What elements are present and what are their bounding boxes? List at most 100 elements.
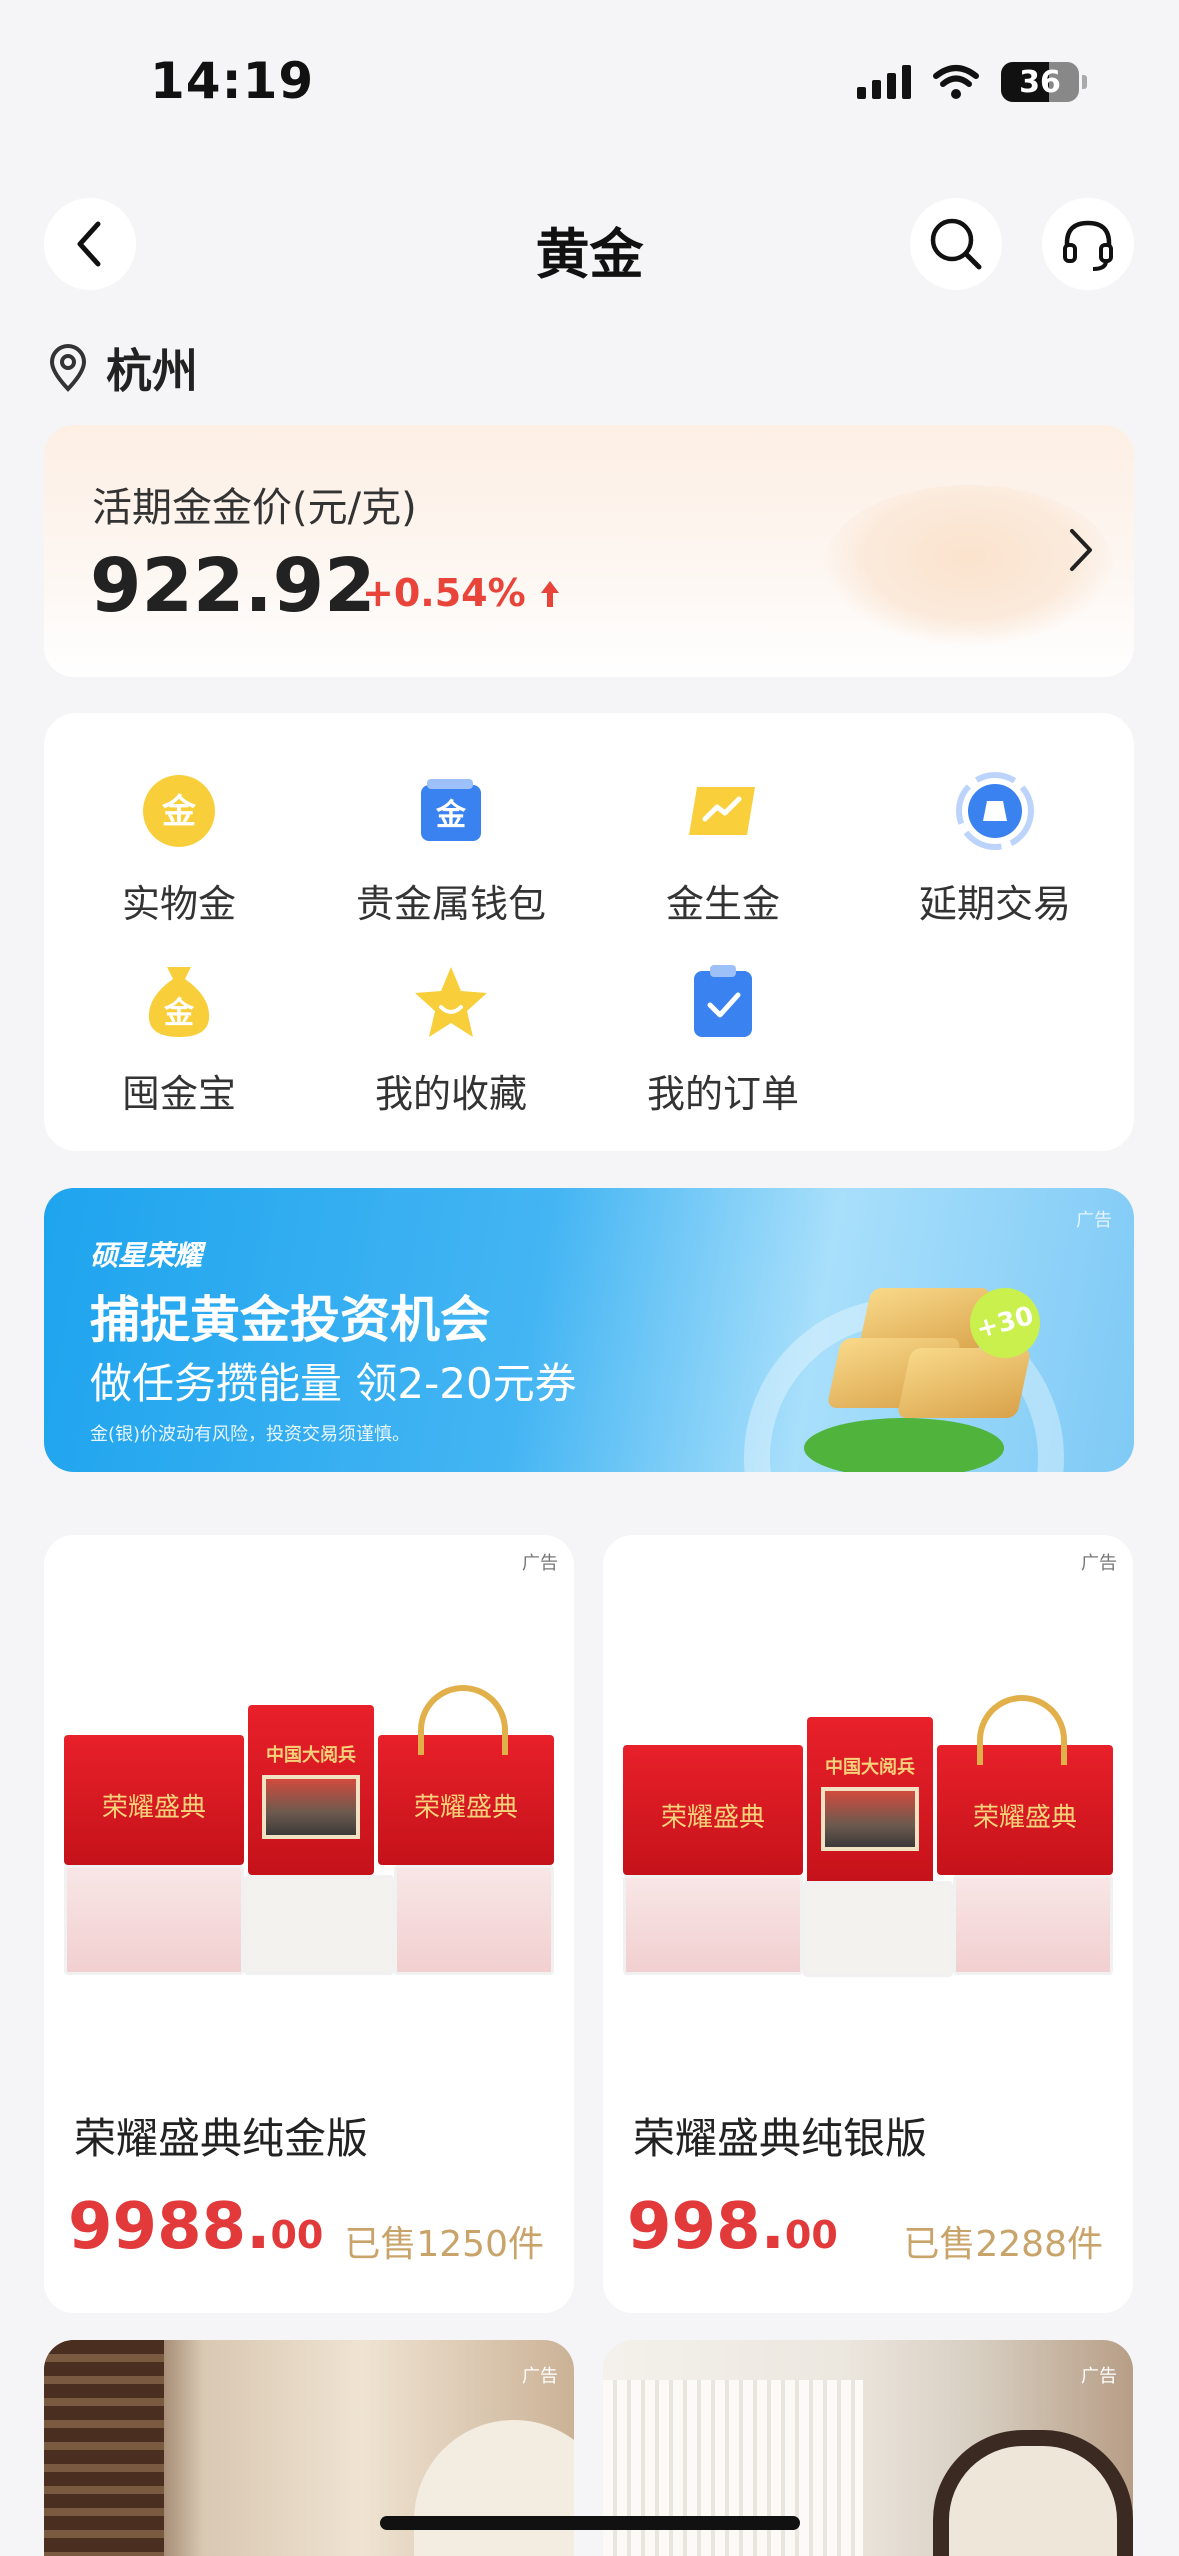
gold-coin-glyph: 金 [161,792,197,832]
commemorative-set [394,1865,554,1975]
order-icon [683,961,763,1041]
banner-brand: 硕星荣耀 [90,1239,203,1272]
wooden-screen-image [44,2340,164,2556]
arch-image [414,2420,574,2556]
function-label: 延期交易 [918,882,1071,926]
product-price: 998.00 [627,2190,838,2264]
gold-bar-decoration [896,1348,1032,1418]
gift-box-title: 中国大阅兵 [266,1745,356,1766]
trend-icon [683,771,763,851]
gift-box-text: 荣耀盛典 [660,1803,765,1833]
home-indicator[interactable] [380,2516,800,2530]
wifi-icon [933,65,979,99]
ad-label: 广告 [522,2366,558,2387]
price-change-value: +0.54% [362,571,526,615]
function-label: 金生金 [665,882,780,926]
function-label: 囤金宝 [121,1072,236,1116]
search-button[interactable] [910,198,1002,290]
banner-disclaimer: 金(银)价波动有风险，投资交易须谨慎。 [90,1424,411,1445]
function-label: 我的收藏 [374,1072,527,1116]
nav-bar: 黄金 [0,190,1179,300]
chevron-right-icon [1070,529,1092,571]
price-label: 活期金金价(元/克) [92,485,417,531]
wallet-icon: 金 [411,771,491,851]
banner-subtitle: 做任务攒能量 领2-20元券 [90,1359,577,1408]
gift-box-text: 荣耀盛典 [972,1803,1077,1833]
price-change: +0.54% [362,571,561,615]
money-bag-glyph: 金 [163,996,195,1031]
product-name: 荣耀盛典纯金版 [74,2114,369,2163]
status-bar: 14:19 36 [0,0,1179,150]
gift-box: 荣耀盛典 [378,1685,554,1865]
arch-mirror-image [933,2430,1133,2556]
gift-box: 荣耀盛典 [64,1735,244,1865]
function-item-gold-gen-gold[interactable]: 金生金 [588,771,858,928]
stamp-set [803,1881,953,1977]
ad-label: 广告 [522,1553,558,1574]
search-icon [930,218,982,270]
product-name: 荣耀盛典纯银版 [633,2114,928,2163]
parade-photo [262,1775,360,1839]
sold-count: 已售1250件 [344,2224,544,2265]
gold-price-card[interactable]: 活期金金价(元/克) 922.92 +0.54% [44,425,1134,677]
product-image: 荣耀盛典 中国大阅兵 荣耀盛典 [603,1625,1133,2025]
headset-icon [1063,220,1113,271]
gold-coin-icon: 金 [139,771,219,851]
ad-label: 广告 [1081,2366,1117,2387]
leaf-decoration [804,1418,1004,1472]
function-item-hoard-gold[interactable]: 金 囤金宝 [44,961,314,1118]
function-item-precious-wallet[interactable]: 金 贵金属钱包 [316,771,586,928]
gift-box: 中国大阅兵 [807,1717,933,1887]
sold-count: 已售2288件 [903,2224,1103,2265]
parade-photo [821,1787,919,1851]
banner-title: 捕捉黄金投资机会 [90,1291,490,1349]
price-value: 922.92 [90,543,376,629]
commemorative-set [623,1875,803,1975]
signal-icon [857,65,911,99]
gift-box: 中国大阅兵 [248,1705,374,1875]
product-card[interactable]: 广告 荣耀盛典 中国大阅兵 荣耀盛典 荣耀盛典纯银版 998.00 已售2288… [603,1535,1133,2313]
gift-box-text: 荣耀盛典 [413,1793,518,1823]
function-item-my-favorites[interactable]: 我的收藏 [316,961,586,1118]
price-integer: 9988. [68,2190,271,2264]
price-integer: 998. [627,2190,785,2264]
gift-box: 荣耀盛典 [937,1695,1113,1875]
ad-label: 广告 [1081,1553,1117,1574]
price-decimal: 00 [784,2213,838,2257]
deferred-trade-icon [955,771,1035,851]
function-label: 我的订单 [646,1072,799,1116]
function-item-physical-gold[interactable]: 金 实物金 [44,771,314,928]
ad-label: 广告 [1076,1210,1112,1231]
star-icon [411,961,491,1041]
page-title: 黄金 [535,223,644,286]
bag-handle [977,1695,1067,1765]
function-item-my-orders[interactable]: 我的订单 [588,961,858,1118]
gift-box-title: 中国大阅兵 [825,1757,915,1778]
battery-level: 36 [1019,64,1061,100]
product-price: 9988.00 [68,2190,323,2264]
promo-banner[interactable]: +30 硕星荣耀 捕捉黄金投资机会 做任务攒能量 领2-20元券 金(银)价波动… [44,1188,1134,1472]
price-decimal: 00 [270,2213,324,2257]
bag-handle [418,1685,508,1755]
location-pin-icon [49,344,87,392]
product-card[interactable]: 广告 荣耀盛典 中国大阅兵 荣耀盛典 荣耀盛典纯金版 9988.00 已售125… [44,1535,574,2313]
status-icons: 36 [857,62,1087,102]
arrow-up-icon [540,581,559,607]
battery-icon: 36 [1001,62,1087,102]
customer-service-button[interactable] [1042,198,1134,290]
function-label: 实物金 [121,882,236,926]
location-city: 杭州 [106,344,198,398]
gift-box-text: 荣耀盛典 [101,1793,206,1823]
product-image: 荣耀盛典 中国大阅兵 荣耀盛典 [44,1625,574,2025]
function-item-deferred-trade[interactable]: 延期交易 [860,771,1130,928]
wallet-glyph: 金 [435,798,467,833]
status-time: 14:19 [150,52,315,110]
function-label: 贵金属钱包 [355,882,546,926]
location-selector[interactable]: 杭州 [48,335,198,401]
commemorative-set [64,1865,244,1975]
gift-box: 荣耀盛典 [623,1745,803,1875]
commemorative-set [953,1875,1113,1975]
stamp-set [244,1875,394,1975]
money-bag-icon: 金 [139,961,219,1041]
function-grid: 金 实物金 金 贵金属钱包 金生金 延期交易 金 囤金宝 我的收藏 我的订单 [44,713,1134,1151]
